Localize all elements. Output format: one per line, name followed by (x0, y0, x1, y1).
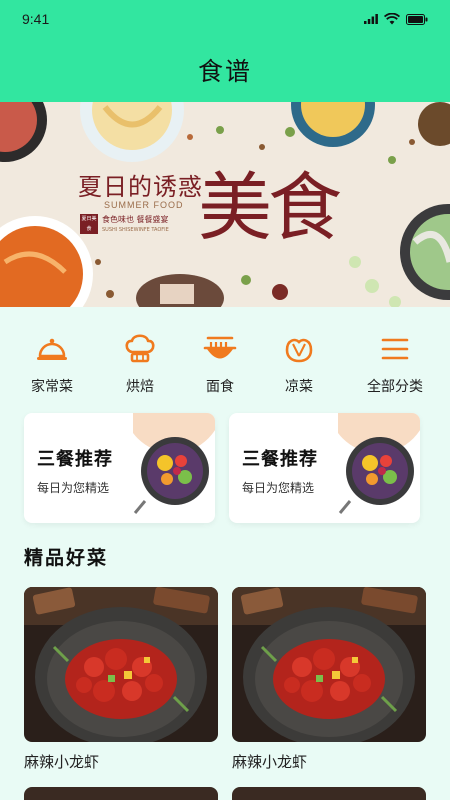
vegetable-icon (285, 338, 313, 363)
category-item-home[interactable]: 家常菜 (12, 330, 92, 400)
promo-subtitle: 每日为您精选 (242, 481, 315, 495)
category-label: 全部分类 (367, 379, 423, 395)
dish-card-peek[interactable] (24, 787, 218, 800)
promo-title: 三餐推荐 (37, 449, 113, 470)
category-item-bakery[interactable]: 烘焙 (100, 330, 180, 400)
category-label: 烘焙 (126, 379, 154, 395)
chef-hat-icon (125, 334, 155, 363)
category-item-all[interactable]: 全部分类 (355, 330, 435, 400)
app-header: 食谱 (0, 38, 450, 102)
banner-seal-text: 夏日美食 (81, 216, 97, 232)
promo-card-meals[interactable]: 三餐推荐 每日为您精选 (24, 413, 215, 523)
banner-big-text: 美食 (198, 165, 342, 251)
banner-tagline: 食色味也 餐餐盛宴 (102, 215, 169, 224)
promo-subtitle: 每日为您精选 (37, 481, 110, 495)
dish-name: 麻辣小龙虾 (232, 753, 308, 771)
battery-icon (406, 13, 428, 25)
category-label: 凉菜 (285, 379, 313, 395)
status-time: 9:41 (22, 11, 50, 27)
category-row: 家常菜 烘焙 面食 凉菜 全部分类 (0, 330, 450, 400)
menu-icon (381, 338, 409, 360)
noodle-bowl-icon (203, 336, 237, 359)
category-item-noodles[interactable]: 面食 (180, 330, 260, 400)
dish-card-peek[interactable] (232, 787, 426, 800)
section-title: 精品好菜 (24, 547, 109, 569)
wifi-icon (384, 13, 400, 25)
banner[interactable]: 夏日的诱惑 SUMMER FOOD 夏日美食 食色味也 餐餐盛宴 SUSHI S… (0, 102, 450, 307)
crayfish-image (232, 587, 426, 742)
fruit-bowl-image (338, 413, 420, 514)
banner-tagline-en: SUSHI SHISEWINFE TAOFIE (102, 227, 169, 233)
fruit-bowl-image (133, 413, 215, 514)
cloche-icon (37, 338, 67, 360)
signal-icon (364, 14, 378, 24)
crayfish-image (24, 587, 218, 742)
status-bar: 9:41 (0, 0, 450, 38)
banner-seal: 夏日美食 (80, 214, 98, 234)
promo-card-meals[interactable]: 三餐推荐 每日为您精选 (229, 413, 420, 523)
category-label: 面食 (206, 379, 234, 395)
page-title: 食谱 (197, 57, 252, 86)
dish-card[interactable]: 麻辣小龙虾 (24, 587, 218, 772)
dish-name: 麻辣小龙虾 (24, 753, 100, 771)
banner-subtitle: SUMMER FOOD (104, 200, 184, 210)
dish-card[interactable]: 麻辣小龙虾 (232, 587, 426, 772)
category-item-cold-dish[interactable]: 凉菜 (259, 330, 339, 400)
status-icons (364, 13, 428, 25)
promo-title: 三餐推荐 (242, 449, 318, 470)
category-label: 家常菜 (31, 379, 73, 395)
banner-headline: 夏日的诱惑 (78, 173, 203, 201)
